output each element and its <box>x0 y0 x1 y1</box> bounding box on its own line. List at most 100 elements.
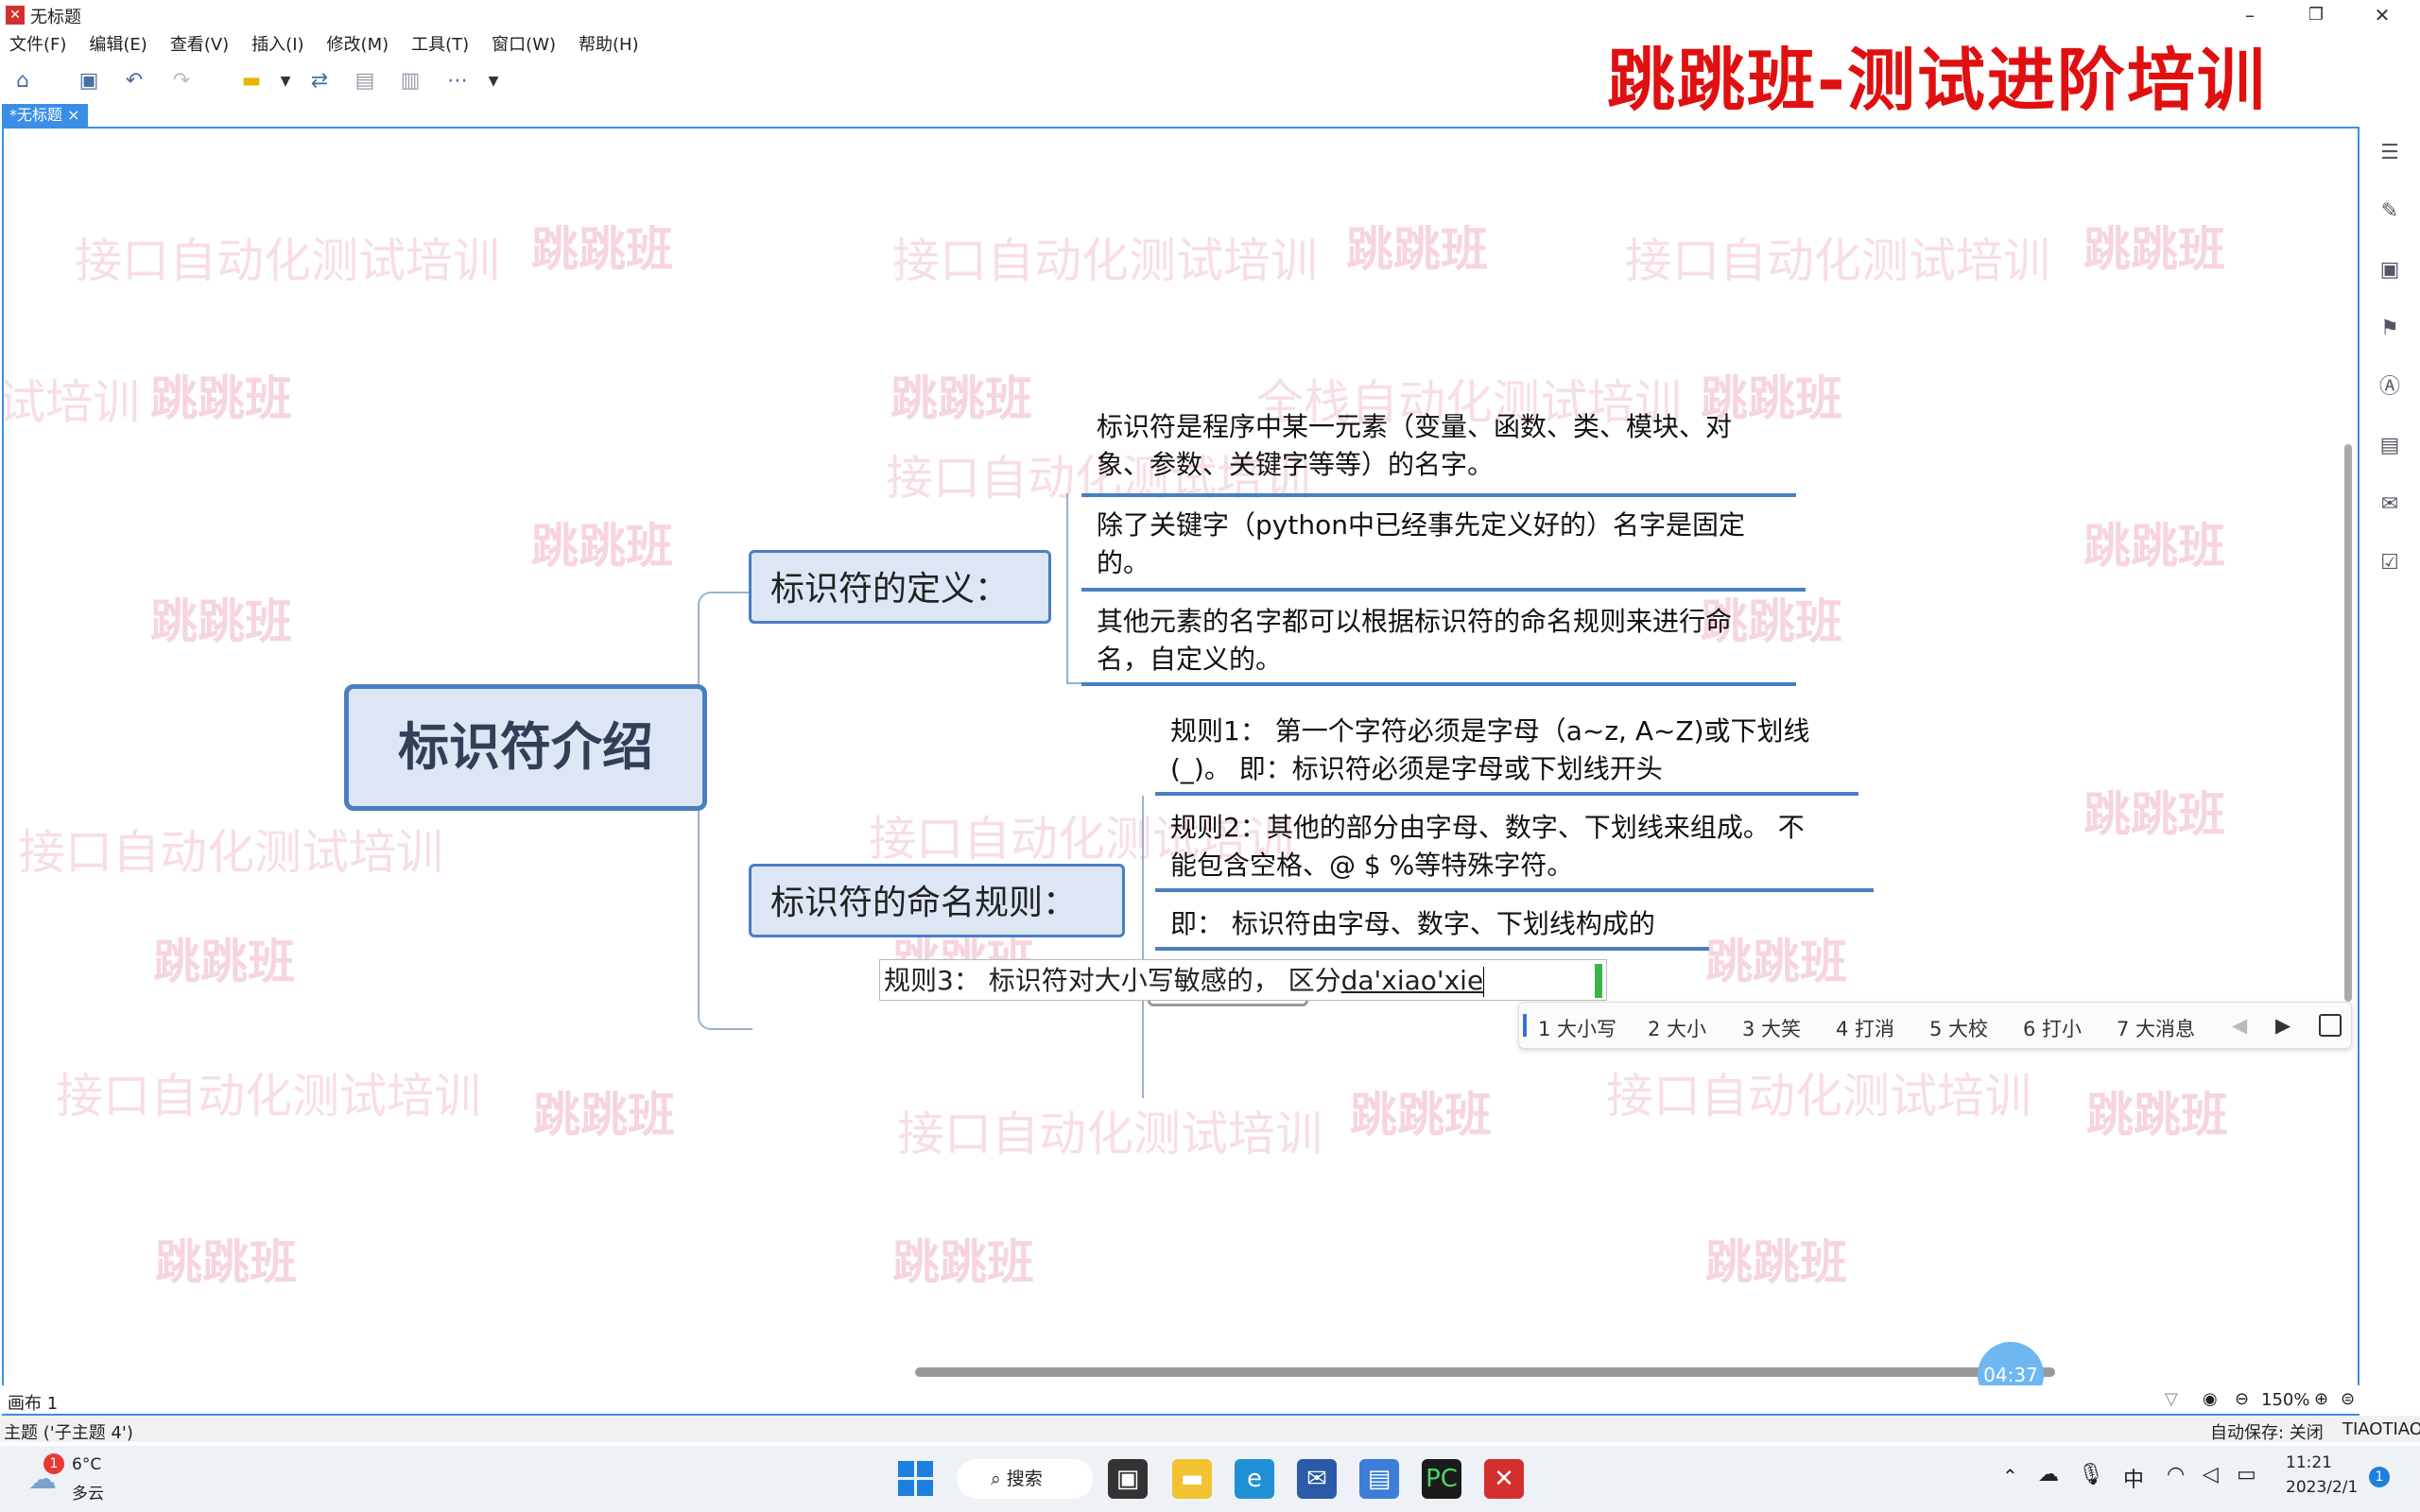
user-name[interactable]: TIAOTIAO <box>2342 1419 2420 1439</box>
flag-icon[interactable]: ⚑ <box>2377 316 2403 342</box>
taskbar-search[interactable]: ⌕ 搜索 <box>957 1459 1093 1499</box>
rule-item-1[interactable]: 规则1： 第一个字符必须是字母（a~z, A~Z)或下划线 (_)。 即：标识符… <box>1170 713 1810 788</box>
start-icon[interactable] <box>898 1461 934 1497</box>
volume-icon[interactable]: ◁ <box>2203 1463 2219 1486</box>
leaf-underline <box>1081 682 1796 686</box>
clock-date[interactable]: 2023/2/1 <box>2286 1478 2358 1497</box>
fit-icon[interactable]: ⊜ <box>2341 1389 2355 1409</box>
save-icon[interactable]: ▣ <box>76 68 102 94</box>
ime-candidate[interactable]: 4 打消 <box>1836 1014 1894 1042</box>
vertical-scrollbar[interactable] <box>2344 444 2352 1002</box>
ime-candidate[interactable]: 5 大校 <box>1929 1014 1988 1042</box>
topic-naming-rules[interactable]: 标识符的命名规则： <box>749 864 1125 937</box>
chevron-down-icon[interactable]: ▼ <box>272 68 299 94</box>
watermark: 跳跳班 <box>892 1235 1034 1290</box>
ime-candidate[interactable]: 7 大消息 <box>2117 1014 2195 1042</box>
folder-icon[interactable]: ▬ <box>238 68 265 94</box>
image-icon[interactable]: ▣ <box>2377 257 2403 284</box>
wifi-icon[interactable]: ◠ <box>2167 1463 2185 1486</box>
connector <box>1066 682 1081 684</box>
export-icon[interactable]: ▤ <box>352 68 378 94</box>
comment-icon[interactable]: ✉ <box>2377 491 2403 518</box>
undo-icon[interactable]: ↶ <box>121 68 147 94</box>
tab-close-icon[interactable]: × <box>67 106 79 124</box>
ime-expand-icon[interactable] <box>2319 1014 2342 1037</box>
menu-modify[interactable]: 修改(M) <box>316 30 401 60</box>
clock-time[interactable]: 11:21 <box>2286 1453 2332 1472</box>
zoom-out-icon[interactable]: ⊖ <box>2235 1389 2249 1409</box>
definition-item-3[interactable]: 其他元素的名字都可以根据标识符的命名规则来进行命 名，自定义的。 <box>1097 603 1732 679</box>
redo-icon[interactable]: ↷ <box>168 68 195 94</box>
topic-definition[interactable]: 标识符的定义： <box>749 550 1051 624</box>
watermark: 跳跳班 <box>533 1088 675 1143</box>
outline-tree-icon[interactable]: ☰ <box>2377 140 2403 166</box>
menu-view[interactable]: 查看(V) <box>159 30 240 60</box>
watermark: 跳跳班 <box>2083 222 2225 277</box>
zoom-in-icon[interactable]: ⊕ <box>2314 1389 2328 1409</box>
xmind-icon[interactable]: ✕ <box>1484 1459 1524 1499</box>
ime-candidate[interactable]: 1 大小写 <box>1538 1014 1616 1042</box>
notepad-icon[interactable]: ▤ <box>1359 1459 1399 1499</box>
ime-next-icon[interactable]: ▶ <box>2275 1014 2290 1037</box>
menu-file[interactable]: 文件(F) <box>0 30 78 60</box>
menu-help[interactable]: 帮助(H) <box>567 30 650 60</box>
menu-tools[interactable]: 工具(T) <box>400 30 480 60</box>
weather-desc[interactable]: 多云 <box>72 1480 104 1503</box>
style-brush-icon[interactable]: ✎ <box>2377 198 2403 225</box>
mindmap-canvas[interactable]: 接口自动化测试培训 跳跳班 接口自动化测试培训 跳跳班 接口自动化测试培训 跳跳… <box>2 127 2360 1416</box>
banner-title: 跳跳班-测试进阶培训 <box>1607 41 2267 120</box>
onedrive-icon[interactable]: ☁ <box>2038 1463 2059 1486</box>
leaf-underline <box>1155 947 1709 951</box>
filter-icon[interactable]: ▽ <box>2165 1389 2178 1409</box>
root-topic[interactable]: 标识符介绍 <box>344 684 707 811</box>
format-icon[interactable]: Ⓐ <box>2377 374 2403 401</box>
weather-temp[interactable]: 6°C <box>72 1455 101 1474</box>
more-icon[interactable]: ⋯ <box>444 68 471 94</box>
menu-window[interactable]: 窗口(W) <box>480 30 567 60</box>
mail-app-icon[interactable]: ✉ <box>1297 1459 1337 1499</box>
leaf-line-text: 规则1： 第一个字符必须是字母（a~z, A~Z)或下划线 <box>1170 715 1810 747</box>
leaf-line-text: 规则2：其他的部分由字母、数字、下划线来组成。 不 <box>1170 812 1805 843</box>
menu-edit[interactable]: 编辑(E) <box>78 30 158 60</box>
task-view-icon[interactable]: ▣ <box>1108 1459 1148 1499</box>
definition-item-2[interactable]: 除了关键字（python中已经事先定义好的）名字是固定 的。 <box>1097 507 1745 582</box>
watermark: 跳跳班 <box>155 1235 297 1290</box>
outline-icon[interactable]: ▥ <box>397 68 424 94</box>
rule-item-2[interactable]: 规则2：其他的部分由字母、数字、下划线来组成。 不 能包含空格、@ $ %等特殊… <box>1170 809 1805 885</box>
tab-untitled[interactable]: *无标题 × <box>2 104 88 127</box>
microphone-icon[interactable]: 🎙 <box>2078 1463 2104 1486</box>
switch-icon[interactable]: ⇄ <box>306 68 333 94</box>
battery-icon[interactable]: ▭ <box>2237 1463 2256 1486</box>
ime-prev-icon[interactable]: ◀ <box>2232 1014 2247 1037</box>
connector <box>1066 493 1068 682</box>
edge-browser-icon[interactable]: e <box>1235 1459 1274 1499</box>
definition-item-1[interactable]: 标识符是程序中某一元素（变量、函数、类、模块、对 象、参数、关键字等等）的名字。 <box>1097 408 1732 484</box>
file-explorer-icon[interactable]: ▬ <box>1172 1459 1212 1499</box>
notes-icon[interactable]: ▤ <box>2377 433 2403 459</box>
restore-button[interactable]: ❐ <box>2288 0 2344 30</box>
tray-chevron-up-icon[interactable]: ⌃ <box>2002 1465 2018 1487</box>
task-icon[interactable]: ☑ <box>2377 550 2403 576</box>
sheet-tab[interactable]: 画布 1 <box>8 1390 58 1415</box>
ime-composition-text: da'xiao'xie <box>1340 965 1484 996</box>
pycharm-icon[interactable]: PC <box>1422 1459 1461 1499</box>
notification-badge[interactable]: 1 <box>2369 1467 2390 1487</box>
autosave-status[interactable]: 自动保存: 关闭 <box>2210 1419 2324 1444</box>
ime-candidate[interactable]: 3 大笑 <box>1742 1014 1801 1042</box>
ime-candidate[interactable]: 6 打小 <box>2023 1014 2082 1042</box>
horizontal-scrollbar[interactable] <box>915 1367 2055 1377</box>
menu-insert[interactable]: 插入(I) <box>240 30 315 60</box>
leaf-line-text: 除了关键字（python中已经事先定义好的）名字是固定 <box>1097 509 1745 541</box>
edit-handle[interactable] <box>1595 964 1602 998</box>
close-button[interactable]: ✕ <box>2354 0 2411 30</box>
rule-item-3[interactable]: 即： 标识符由字母、数字、下划线构成的 <box>1170 905 1655 943</box>
ime-candidate[interactable]: 2 大小 <box>1648 1014 1706 1042</box>
watermark: 跳跳班 <box>890 371 1032 426</box>
leaf-line-text: 象、参数、关键字等等）的名字。 <box>1097 449 1495 480</box>
watermark: 跳跳班 <box>1705 935 1847 989</box>
eye-icon[interactable]: ◉ <box>2203 1389 2218 1409</box>
home-icon[interactable]: ⌂ <box>9 68 36 94</box>
ime-language[interactable]: 中 <box>2123 1463 2144 1493</box>
topic-edit-input[interactable]: 规则3： 标识符对大小写敏感的， 区分da'xiao'xie <box>879 959 1607 1001</box>
chevron-down-icon[interactable]: ▼ <box>480 68 507 94</box>
